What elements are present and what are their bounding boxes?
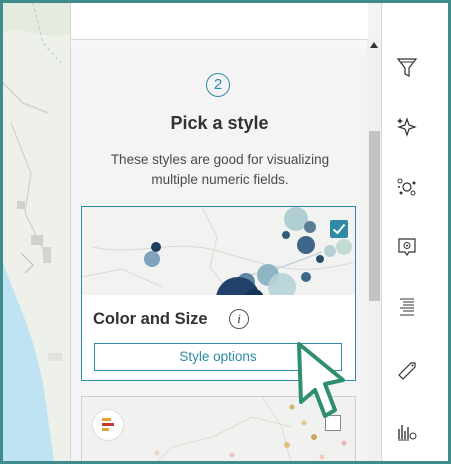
section-title: Pick a style <box>170 113 269 133</box>
labels-button[interactable] <box>393 355 421 383</box>
effects-icon <box>397 117 417 137</box>
fields-button[interactable] <box>393 293 421 321</box>
popup-icon <box>398 238 416 257</box>
mouse-cursor-icon <box>297 342 345 418</box>
labels-icon <box>398 362 416 380</box>
clustering-button[interactable] <box>393 173 421 201</box>
charts-button[interactable] <box>393 417 421 445</box>
map-view[interactable] <box>3 3 73 464</box>
scroll-thumb[interactable] <box>369 131 380 301</box>
info-icon[interactable]: i <box>229 309 249 329</box>
right-toolbar <box>381 3 448 461</box>
check-icon <box>332 223 346 235</box>
selected-checkbox[interactable] <box>330 220 348 238</box>
style-card-title: Color and Size <box>93 310 208 328</box>
style-type-icon <box>92 409 124 441</box>
fields-icon <box>400 298 414 316</box>
step-number-badge: 2 <box>206 73 230 97</box>
clustering-icon <box>397 178 416 196</box>
screenshot-frame: 2 Pick a style These styles are good for… <box>0 0 451 464</box>
style-thumbnail[interactable] <box>82 207 355 295</box>
panel-scrollbar[interactable] <box>367 39 381 461</box>
panel-header <box>71 3 368 40</box>
filter-button[interactable] <box>393 53 421 81</box>
section-description: These styles are good for visualizing mu… <box>110 152 330 187</box>
charts-icon <box>398 425 417 441</box>
effects-button[interactable] <box>393 113 421 141</box>
configure-popups-button[interactable] <box>393 233 421 261</box>
scroll-up-arrow-icon[interactable] <box>370 42 378 48</box>
filter-icon <box>396 58 418 77</box>
